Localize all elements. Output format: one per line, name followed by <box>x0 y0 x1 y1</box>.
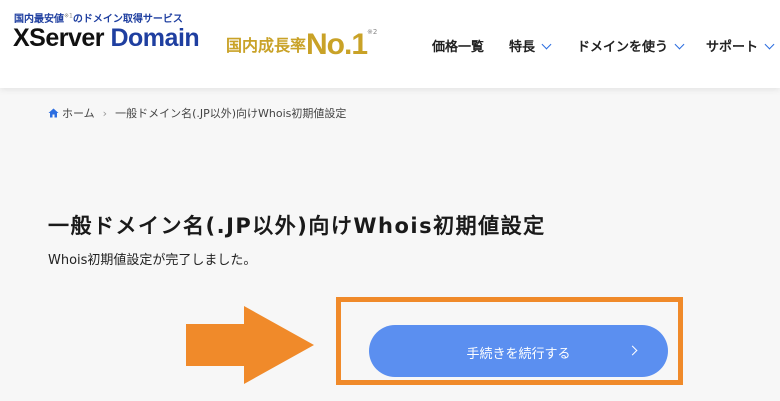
nav-label: ドメインを使う <box>577 40 669 55</box>
nav-use-domain[interactable]: ドメインを使う <box>577 36 685 55</box>
nav-support[interactable]: サポート <box>706 36 775 55</box>
site-logo[interactable]: 国内最安値※1のドメイン取得サービス XServer Domain <box>13 10 200 52</box>
continue-button-label: 手続きを続行する <box>466 347 571 362</box>
breadcrumb-home[interactable]: ホーム <box>62 107 95 120</box>
nav-price-list[interactable]: 価格一覧 <box>432 36 484 55</box>
growth-text: 国内成長率 <box>226 36 307 55</box>
nav-features[interactable]: 特長 <box>509 36 552 55</box>
chevron-down-icon <box>764 39 775 50</box>
nav-label: 価格一覧 <box>432 40 485 55</box>
chevron-right-icon: › <box>102 107 108 120</box>
logo-wordmark: XServer Domain <box>13 24 200 53</box>
growth-note: ※2 <box>367 28 378 36</box>
nav-label: 特長 <box>509 40 536 55</box>
logo-tagline: 国内最安値※1のドメイン取得サービス <box>14 10 183 25</box>
completion-message: Whois初期値設定が完了しました。 <box>48 253 257 268</box>
logo-xserver: XServer <box>13 24 105 52</box>
logo-domain: Domain <box>110 24 200 52</box>
chevron-down-icon <box>541 39 552 50</box>
tagline-note: ※1 <box>64 12 73 20</box>
chevron-down-icon <box>674 39 685 50</box>
arrow-right-icon <box>186 306 316 388</box>
nav-label: サポート <box>706 40 759 55</box>
growth-value: No.1 <box>306 28 368 61</box>
growth-badge: 国内成長率No.1※2 <box>226 28 377 62</box>
site-header: 国内最安値※1のドメイン取得サービス XServer Domain 国内成長率N… <box>0 0 780 88</box>
home-icon[interactable] <box>48 108 59 121</box>
breadcrumb-current: 一般ドメイン名(.JP以外)向けWhois初期値設定 <box>115 107 347 120</box>
breadcrumb: ホーム › 一般ドメイン名(.JP以外)向けWhois初期値設定 <box>48 105 346 121</box>
continue-button[interactable]: 手続きを続行する <box>369 325 668 377</box>
page-title: 一般ドメイン名(.JP以外)向けWhois初期値設定 <box>48 214 546 238</box>
